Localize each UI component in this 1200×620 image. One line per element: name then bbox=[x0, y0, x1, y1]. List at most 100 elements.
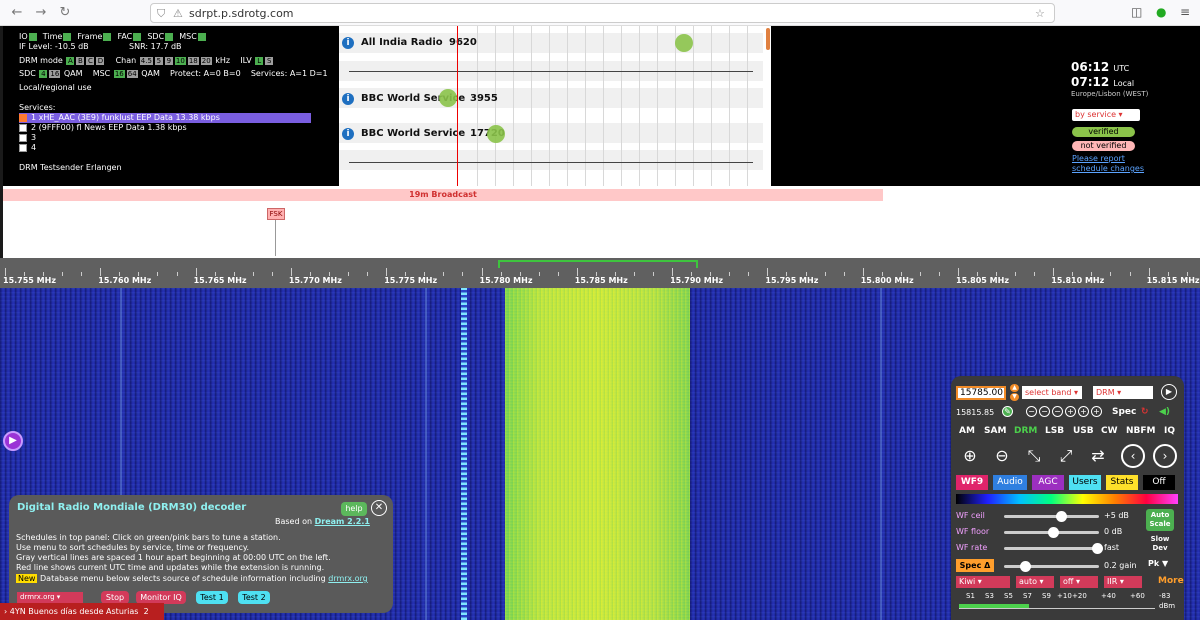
mode-drm[interactable]: DRM bbox=[1014, 426, 1037, 436]
wf-ceil-slider[interactable]: WF ceil +5 dB bbox=[956, 509, 1178, 523]
play-icon[interactable]: ▶ bbox=[1161, 384, 1177, 400]
bookmark-star-icon[interactable]: ☆ bbox=[1035, 7, 1045, 20]
tab-stats[interactable]: Stats bbox=[1106, 475, 1138, 490]
test2-button[interactable]: Test 2 bbox=[238, 591, 270, 604]
info-icon[interactable]: i bbox=[342, 93, 354, 105]
mode-am[interactable]: AM bbox=[959, 426, 975, 436]
auto-select[interactable]: auto ▾ bbox=[1016, 576, 1054, 588]
wf-floor-slider[interactable]: WF floor 0 dB bbox=[956, 525, 1178, 539]
scale-tick bbox=[824, 272, 826, 276]
schedule-station-name[interactable]: All India Radio bbox=[361, 37, 443, 48]
status-bar[interactable]: › 4YN Buenos días desde Asturias 2 bbox=[0, 603, 164, 620]
sort-select[interactable]: by service ▾ bbox=[1072, 109, 1140, 121]
dream-link[interactable]: Dream 2.2.1 bbox=[315, 517, 370, 526]
schedule-station-freq[interactable]: 3955 bbox=[470, 93, 498, 104]
tab-users[interactable]: Users bbox=[1069, 475, 1101, 490]
auto-scale-button[interactable]: Auto Scale bbox=[1146, 509, 1174, 531]
scale-tick bbox=[252, 272, 254, 276]
info-icon[interactable]: i bbox=[342, 37, 354, 49]
play-icon[interactable]: ▶ bbox=[3, 431, 23, 451]
zoom-in-icon[interactable]: ⊕ bbox=[958, 444, 982, 468]
tab-wf[interactable]: WF9 bbox=[956, 475, 988, 490]
reload-icon[interactable]: ↻ bbox=[56, 4, 74, 22]
edit-icon[interactable]: ✎ bbox=[1002, 406, 1013, 417]
zoom-plus-icon[interactable]: + bbox=[1065, 406, 1076, 417]
mode-usb[interactable]: USB bbox=[1073, 426, 1094, 436]
chevron-left-icon[interactable]: ‹ bbox=[1121, 444, 1145, 468]
mode-nbfm[interactable]: NBFM bbox=[1126, 426, 1156, 436]
zoom-max-icon[interactable]: ⤢ bbox=[1054, 444, 1078, 468]
peak-select[interactable]: Pk ▼ bbox=[1148, 559, 1168, 568]
schedule-slot[interactable] bbox=[487, 125, 505, 143]
mode-lsb[interactable]: LSB bbox=[1045, 426, 1064, 436]
mode-select[interactable]: DRM ▾ bbox=[1093, 386, 1153, 399]
zoom-minus-icon[interactable]: − bbox=[1039, 406, 1050, 417]
database-select[interactable]: drmrx.org ▾ bbox=[17, 592, 83, 603]
zoom-plus-icon[interactable]: + bbox=[1091, 406, 1102, 417]
slider-knob[interactable] bbox=[1019, 561, 1031, 572]
scale-label: 15.755 MHz bbox=[3, 276, 56, 285]
swap-icon[interactable]: ⇄ bbox=[1086, 444, 1110, 468]
chevron-right-icon[interactable]: › bbox=[1153, 444, 1177, 468]
step-up-icon[interactable]: ▲ bbox=[1010, 384, 1019, 392]
gain-slider[interactable]: 0.2 gain bbox=[956, 559, 1178, 573]
extension-icon[interactable]: ● bbox=[1156, 5, 1166, 19]
zoom-fit-icon[interactable]: ⤡ bbox=[1022, 444, 1046, 468]
speaker-icon[interactable]: ◀) bbox=[1159, 407, 1170, 417]
zoom-minus-icon[interactable]: − bbox=[1026, 406, 1037, 417]
band-bar[interactable]: 19m Broadcast bbox=[3, 189, 883, 201]
off-select[interactable]: off ▾ bbox=[1060, 576, 1098, 588]
schedule-station-name[interactable]: BBC World Service bbox=[361, 128, 465, 139]
slider-knob[interactable] bbox=[1048, 527, 1060, 538]
schedule-slot[interactable] bbox=[675, 34, 693, 52]
zoom-minus-icon[interactable]: − bbox=[1052, 406, 1063, 417]
slow-dev-button[interactable]: Slow Dev bbox=[1146, 535, 1174, 555]
help-button[interactable]: help bbox=[341, 502, 367, 516]
back-icon[interactable]: ← bbox=[8, 4, 26, 22]
passband-indicator[interactable] bbox=[498, 260, 698, 268]
more-button[interactable]: More bbox=[1158, 576, 1184, 586]
waterfall-trace bbox=[880, 288, 882, 620]
drmrx-link[interactable]: drmrx.org bbox=[328, 574, 368, 583]
info-icon[interactable]: i bbox=[342, 128, 354, 140]
frequency-input[interactable]: 15785.00 bbox=[956, 386, 1006, 400]
service-item[interactable]: 4 bbox=[19, 143, 311, 153]
menu-icon[interactable]: ≡ bbox=[1180, 5, 1190, 19]
forward-icon[interactable]: → bbox=[32, 4, 50, 22]
service-item[interactable]: 3 bbox=[19, 133, 311, 143]
zoom-out-icon[interactable]: ⊖ bbox=[990, 444, 1014, 468]
spec-button[interactable]: Spec bbox=[1112, 407, 1136, 417]
close-icon[interactable]: ✕ bbox=[371, 500, 387, 516]
service-checkbox[interactable] bbox=[19, 143, 27, 152]
slider-knob[interactable] bbox=[1092, 543, 1104, 554]
kiwi-select[interactable]: Kiwi ▾ bbox=[956, 576, 1010, 588]
step-down-icon[interactable]: ▼ bbox=[1010, 393, 1019, 401]
refresh-icon[interactable]: ↻ bbox=[1141, 407, 1149, 417]
schedule-slot[interactable] bbox=[439, 89, 457, 107]
fsk-marker[interactable]: FSK bbox=[267, 208, 285, 220]
iir-select[interactable]: IIR ▾ bbox=[1104, 576, 1142, 588]
tab-agc[interactable]: AGC bbox=[1032, 475, 1064, 490]
service-checkbox[interactable] bbox=[19, 133, 27, 142]
mode-iq[interactable]: IQ bbox=[1164, 426, 1175, 436]
service-checkbox[interactable] bbox=[19, 123, 27, 132]
band-select[interactable]: select band ▾ bbox=[1022, 386, 1082, 399]
url-bar[interactable]: ⛉ ⚠ sdrpt.p.sdrotg.com ☆ bbox=[150, 3, 1055, 23]
service-checkbox[interactable] bbox=[19, 113, 27, 122]
service-item[interactable]: 2 (9FFF00) fl News EEP Data 1.38 kbps bbox=[19, 123, 311, 133]
test1-button[interactable]: Test 1 bbox=[196, 591, 228, 604]
sync-indicators: IO Time Frame FAC SDC MSC bbox=[19, 32, 207, 42]
schedule-scrollbar[interactable] bbox=[766, 28, 770, 50]
slider-knob[interactable] bbox=[1056, 511, 1067, 522]
mode-cw[interactable]: CW bbox=[1101, 426, 1118, 436]
schedule-station-freq[interactable]: 9620 bbox=[449, 37, 477, 48]
wf-rate-slider[interactable]: WF rate fast bbox=[956, 541, 1178, 555]
tab-audio[interactable]: Audio bbox=[993, 475, 1027, 490]
mode-sam[interactable]: SAM bbox=[984, 426, 1006, 436]
tab-off[interactable]: Off bbox=[1143, 475, 1175, 490]
frequency-scale[interactable]: 15.755 MHz 15.760 MHz 15.765 MHz 15.770 MHz… bbox=[0, 258, 1200, 288]
service-item[interactable]: 1 xHE_AAC (3E9) funklust EEP Data 13.38 … bbox=[19, 113, 311, 123]
report-link[interactable]: Please report schedule changes bbox=[1072, 154, 1144, 174]
zoom-plus-icon[interactable]: + bbox=[1078, 406, 1089, 417]
pocket-icon[interactable]: ◫ bbox=[1131, 5, 1142, 19]
